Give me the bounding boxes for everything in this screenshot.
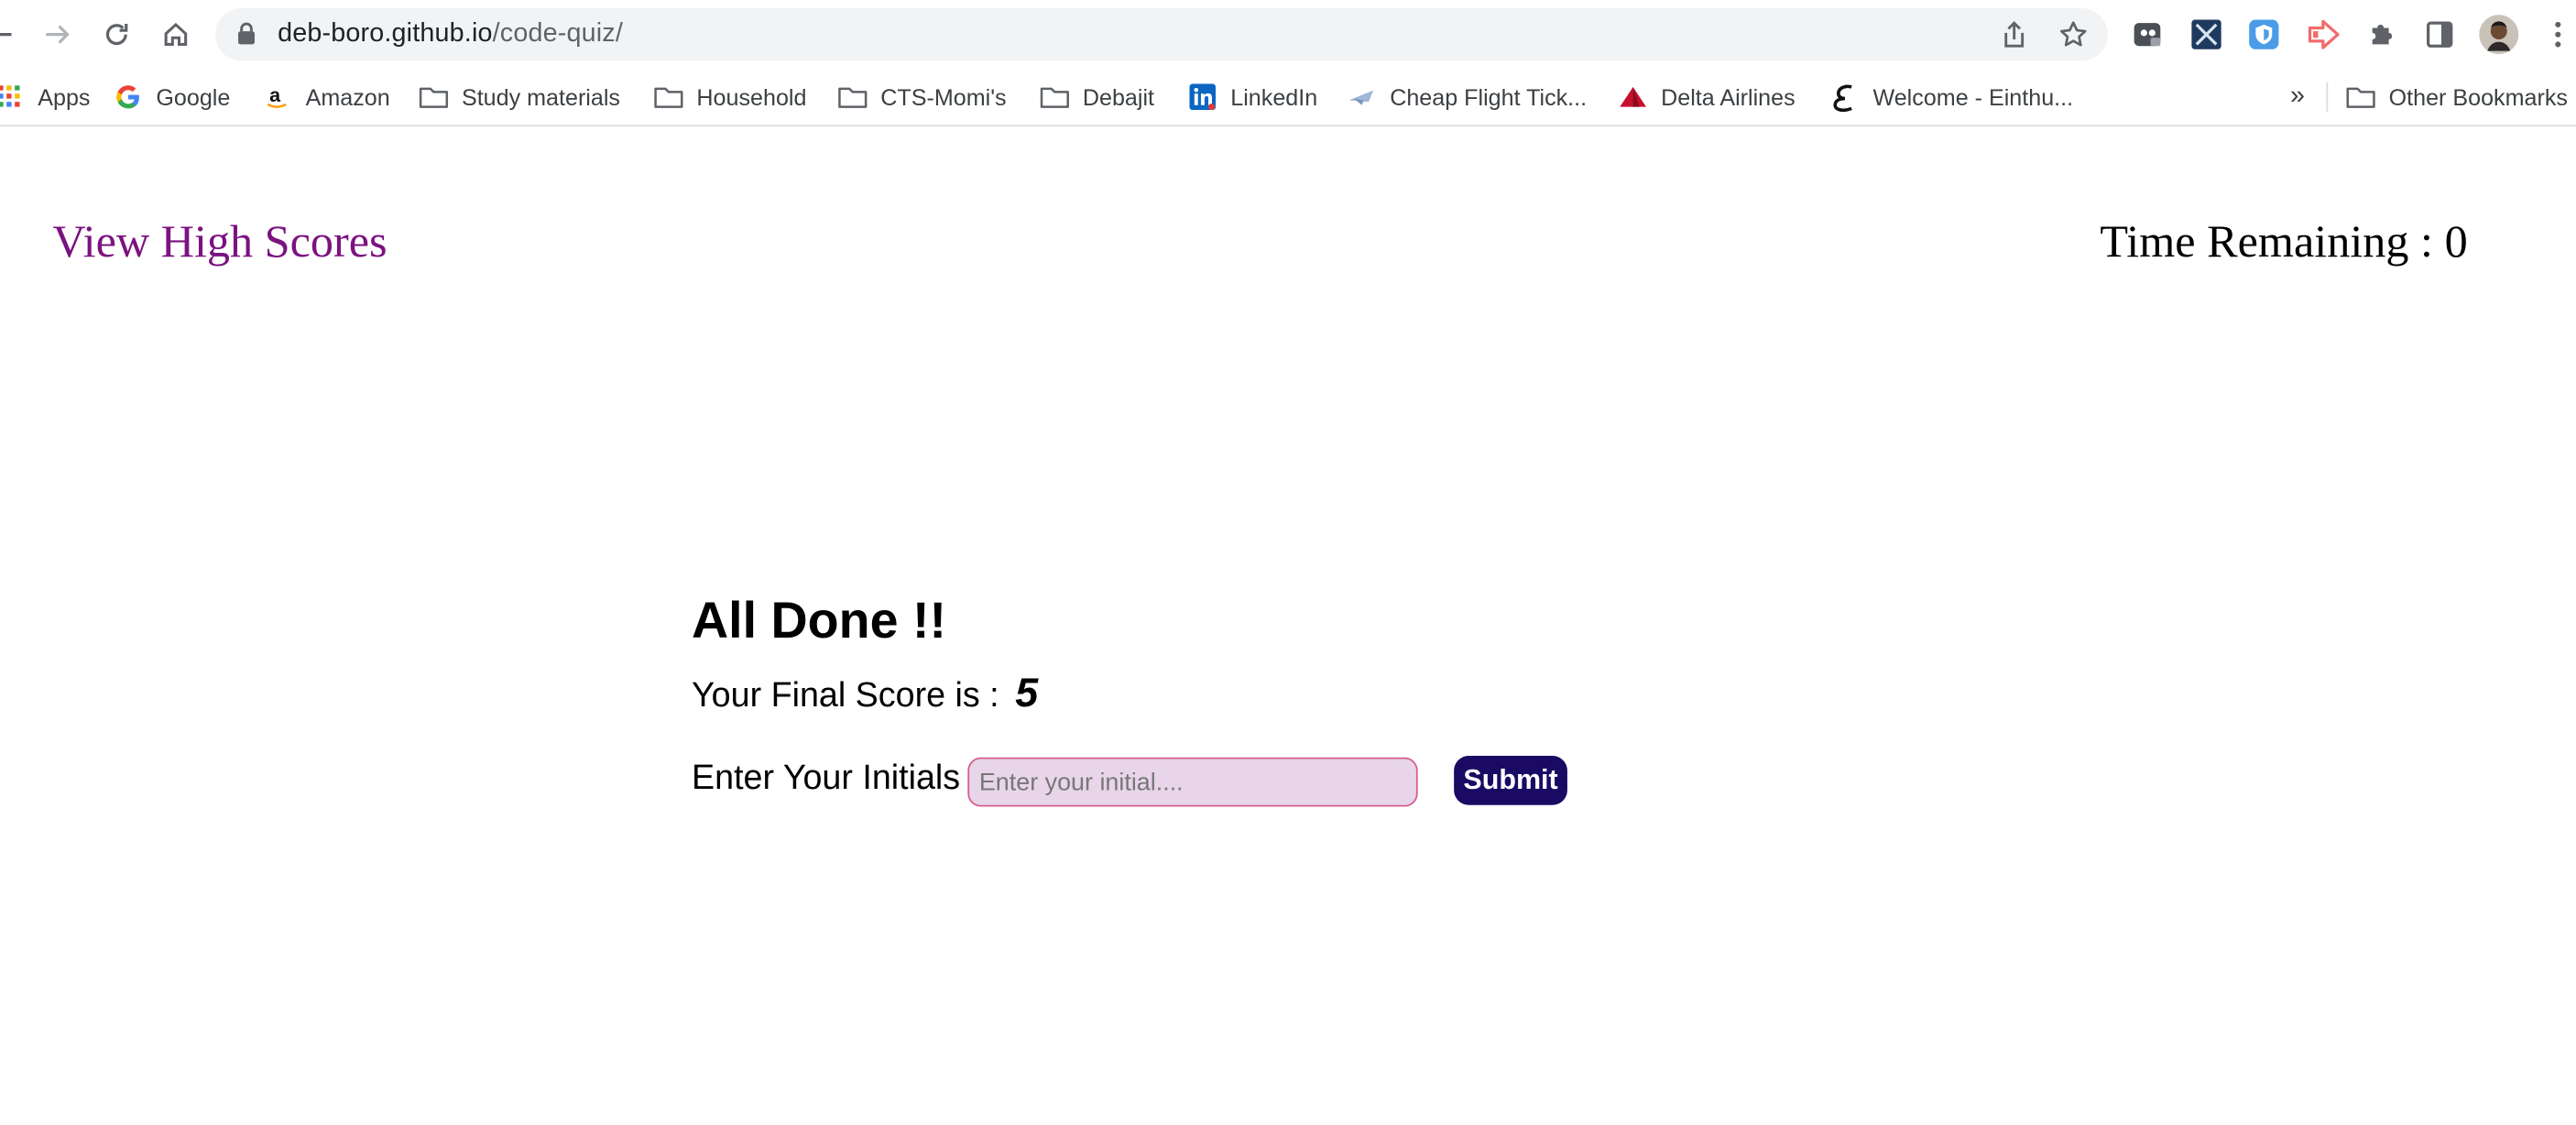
app-root: deb-boro.github.io/code-quiz/ Apps Googl… (0, 0, 2576, 1125)
initials-label: Enter Your Initials : (692, 759, 980, 797)
folder-icon (419, 82, 449, 112)
timer-label: Time Remaining : (2100, 216, 2445, 268)
bookmark-cts-momis[interactable]: CTS-Momi's (838, 81, 1007, 114)
folder-icon (654, 82, 683, 112)
browser-toolbar: deb-boro.github.io/code-quiz/ (0, 0, 2576, 70)
bookmark-label: Amazon (305, 83, 390, 111)
shield-extension-icon[interactable] (2246, 16, 2282, 52)
back-arrow-icon[interactable] (0, 12, 23, 58)
einthusan-icon (1830, 82, 1860, 112)
lock-icon[interactable] (236, 21, 257, 54)
bookmark-label: Delta Airlines (1661, 83, 1796, 111)
folder-icon (838, 82, 868, 112)
time-remaining: Time Remaining : 0 (2100, 217, 2467, 269)
bookmark-amazon[interactable]: a Amazon (263, 81, 390, 114)
folder-icon (2346, 82, 2375, 112)
bookmark-delta[interactable]: Delta Airlines (1618, 81, 1796, 114)
star-bookmark-icon[interactable] (2054, 15, 2093, 54)
bookmark-apps[interactable]: Apps (0, 81, 90, 114)
bookmarks-divider (2326, 82, 2329, 112)
bookmarks-bar: Apps Google a Amazon Study materials Hou… (0, 69, 2576, 127)
timer-value: 0 (2444, 216, 2468, 268)
bookmarks-overflow-button[interactable]: » (2290, 81, 2305, 114)
bookmark-debajit[interactable]: Debajit (1040, 81, 1154, 114)
ghostery-extension-icon[interactable] (2129, 16, 2165, 52)
bookmark-label: Study materials (461, 83, 620, 111)
apps-grid-icon (0, 82, 25, 112)
amazon-icon: a (263, 82, 292, 112)
bookmark-label: Cheap Flight Tick... (1390, 83, 1588, 111)
bookmark-linkedin[interactable]: LinkedIn (1188, 81, 1318, 114)
bookmark-einthusan[interactable]: Welcome - Einthu... (1830, 81, 2073, 114)
bookmark-label: Household (696, 83, 807, 111)
bookmark-study-materials[interactable]: Study materials (419, 81, 620, 114)
bookmark-label: Welcome - Einthu... (1872, 83, 2074, 111)
home-icon[interactable] (153, 12, 199, 58)
initials-input[interactable] (967, 757, 1418, 807)
overflow-chevron: » (2289, 82, 2305, 111)
bookmark-label: CTS-Momi's (880, 83, 1007, 111)
bookmark-label: Other Bookmarks (2388, 83, 2568, 111)
profile-avatar[interactable] (2479, 15, 2519, 55)
plane-icon (1348, 82, 1377, 112)
bookmark-label: LinkedIn (1230, 83, 1318, 111)
swords-extension-icon[interactable] (2189, 16, 2224, 52)
url-host: deb-boro.github.io (278, 19, 493, 49)
reload-icon[interactable] (93, 12, 139, 58)
address-bar[interactable]: deb-boro.github.io/code-quiz/ (214, 7, 2108, 61)
folder-icon (1040, 82, 1069, 112)
url-text[interactable]: deb-boro.github.io/code-quiz/ (278, 20, 623, 49)
puzzle-extensions-icon[interactable] (2364, 16, 2400, 52)
final-score-label: Your Final Score is : (692, 676, 1010, 715)
svg-text:a: a (269, 84, 281, 106)
bookmark-label: Debajit (1082, 83, 1155, 111)
share-icon[interactable] (1994, 15, 2034, 54)
kebab-menu-icon[interactable] (2540, 16, 2576, 52)
bookmark-label: Google (156, 83, 231, 111)
all-done-heading: All Done !! (692, 591, 946, 650)
bookmark-other[interactable]: Other Bookmarks (2346, 81, 2568, 114)
linkedin-icon (1188, 82, 1217, 112)
bookmark-google[interactable]: Google (114, 81, 231, 114)
side-panel-icon[interactable] (2421, 16, 2457, 52)
bookmark-cheap-flights[interactable]: Cheap Flight Tick... (1348, 81, 1588, 114)
final-score-text: Your Final Score is : 5 (692, 671, 1038, 718)
final-score-value: 5 (1015, 670, 1039, 716)
google-icon (114, 82, 143, 112)
submit-button[interactable]: Submit (1454, 755, 1567, 805)
view-high-scores-link[interactable]: View High Scores (52, 217, 387, 269)
delta-icon (1618, 82, 1647, 112)
bookmark-label: Apps (38, 83, 91, 111)
url-path: /code-quiz/ (492, 19, 624, 49)
forward-arrow-icon[interactable] (35, 12, 81, 58)
arrow-extension-icon[interactable] (2305, 16, 2341, 52)
bookmark-household[interactable]: Household (654, 81, 807, 114)
